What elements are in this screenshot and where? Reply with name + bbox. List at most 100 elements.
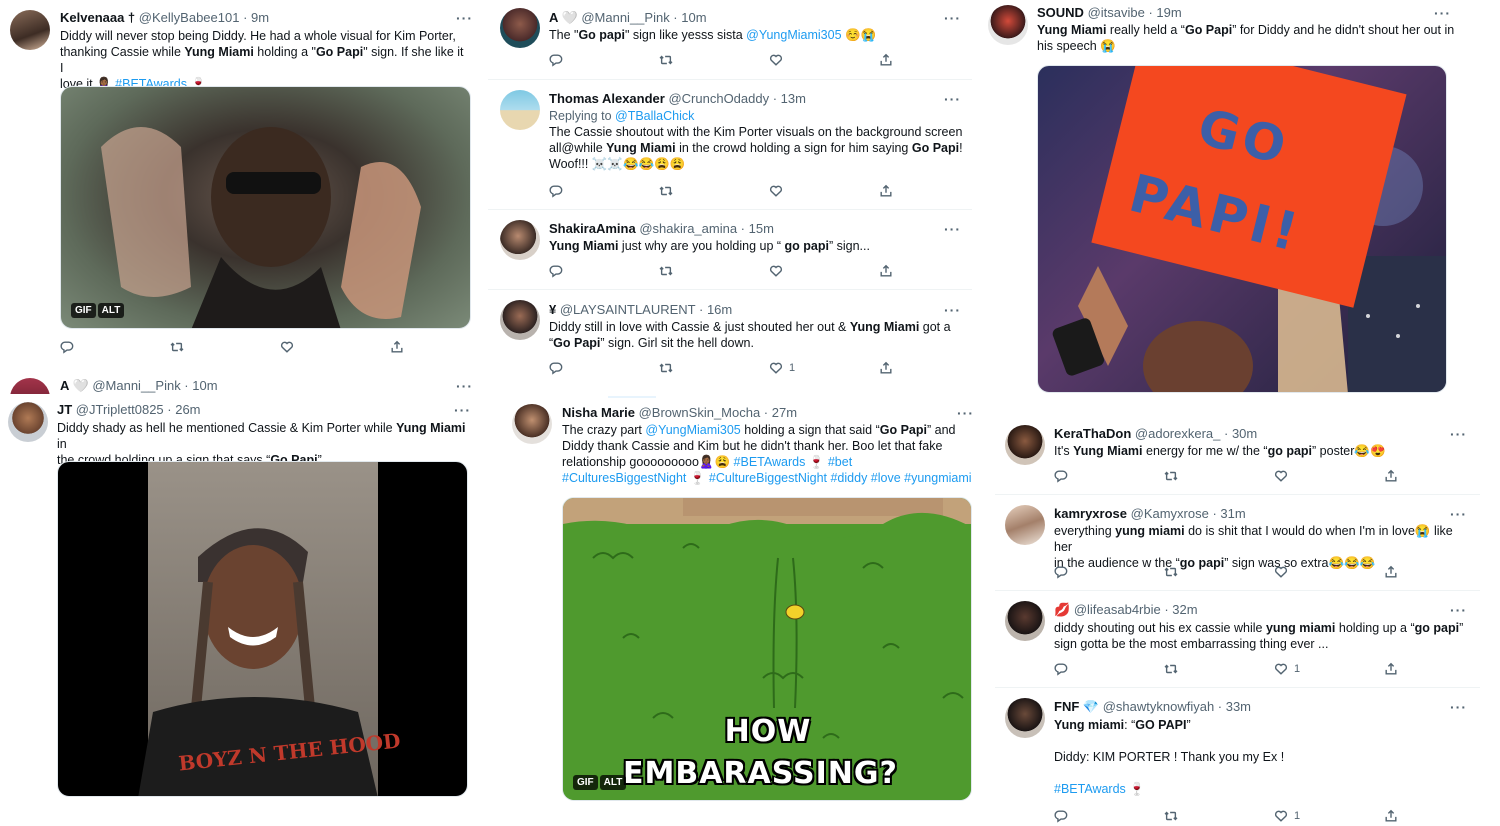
handle-time[interactable]: @shawtyknowfiyah · 33m [1103,699,1251,714]
handle-time[interactable]: @Kamyxrose · 31m [1131,506,1246,521]
retweet-icon[interactable] [659,184,675,200]
share-icon[interactable] [879,361,895,377]
tweet-kerathadon[interactable]: KeraThaDon @adorexkera_ · 30m ··· It's Y… [995,415,1480,495]
reply-icon[interactable] [1054,662,1070,678]
more-icon[interactable]: ··· [957,406,974,420]
like-icon[interactable]: 1 [769,361,795,377]
reply-icon[interactable] [549,53,565,69]
tweet-laysaintlaurent[interactable]: ¥ @LAYSAINTLAURENT · 16m ··· Diddy still… [488,290,972,386]
handle-time[interactable]: @adorexkera_ · 30m [1135,426,1257,441]
like-icon[interactable]: 1 [1274,662,1300,678]
reply-icon[interactable] [549,361,565,377]
alt-button[interactable]: ALT [97,303,125,318]
avatar[interactable] [500,8,540,48]
tweet-manni-pink[interactable]: A 🤍 @Manni__Pink · 10m ··· The "Go papi"… [488,0,972,80]
reply-icon[interactable] [549,184,565,200]
avatar[interactable] [500,300,540,340]
avatar[interactable] [8,402,48,442]
photo-media[interactable]: GO PAPI! [1037,65,1447,393]
more-icon[interactable]: ··· [944,92,961,106]
tweet-shawtyknowfiyah[interactable]: FNF 💎 @shawtyknowfiyah · 33m ··· Yung mi… [995,688,1480,826]
more-icon[interactable]: ··· [1450,427,1467,441]
handle-time[interactable]: @Manni__Pink · 10m [92,378,217,393]
tweet-thomas-alexander[interactable]: Thomas Alexander @CrunchOdaddy · 13m ···… [488,80,972,210]
share-icon[interactable] [1384,565,1400,581]
video-media[interactable]: BOYZ N THE HOOD [57,461,468,797]
more-icon[interactable]: ··· [944,303,961,317]
display-name[interactable]: 💋 [1054,602,1070,617]
retweet-icon[interactable] [1164,662,1180,678]
handle-time[interactable]: @BrownSkin_Mocha · 27m [639,405,797,420]
share-icon[interactable] [879,53,895,69]
handle-time[interactable]: @CrunchOdaddy · 13m [668,91,805,106]
avatar[interactable] [500,90,540,130]
display-name[interactable]: ShakiraAmina [549,221,636,236]
reply-icon[interactable] [549,264,565,280]
display-name[interactable]: ¥ [549,302,556,317]
hashtag-link[interactable]: #BETAwards [1054,782,1126,796]
retweet-icon[interactable] [659,361,675,377]
more-icon[interactable]: ··· [1450,700,1467,714]
avatar[interactable] [10,10,50,50]
retweet-icon[interactable] [1164,469,1180,485]
like-icon[interactable] [280,340,296,356]
like-icon[interactable] [1274,565,1290,581]
tweet-manni-pink-partial[interactable]: A 🤍 @Manni__Pink · 10m ··· [0,370,480,394]
handle-time[interactable]: @KellyBabee101 · 9m [139,10,269,25]
share-icon[interactable] [1384,662,1400,678]
handle-time[interactable]: @itsavibe · 19m [1088,5,1182,20]
tweet-shakira-amina[interactable]: ShakiraAmina @shakira_amina · 15m ··· Yu… [488,210,972,290]
avatar[interactable] [1005,698,1045,738]
tweet-sound[interactable]: SOUND @itsavibe · 19m ··· Yung Miami rea… [980,0,1480,400]
more-icon[interactable]: ··· [1434,6,1451,20]
avatar[interactable] [1005,425,1045,465]
avatar[interactable] [10,378,50,394]
display-name[interactable]: Nisha Marie [562,405,635,420]
hashtag-link[interactable]: #bet [828,455,852,469]
share-icon[interactable] [879,184,895,200]
share-icon[interactable] [390,340,406,356]
retweet-icon[interactable] [1164,565,1180,581]
like-icon[interactable]: 1 [1274,809,1300,825]
retweet-icon[interactable] [659,264,675,280]
mention-link[interactable]: @YungMiami305 [746,28,841,42]
display-name[interactable]: A 🤍 [60,378,89,393]
reply-icon[interactable] [1054,809,1070,825]
tweet-jt[interactable]: JT @JTriplett0825 · 26m ··· Diddy shady … [0,394,480,826]
handle-time[interactable]: @Manni__Pink · 10m [581,10,706,25]
share-icon[interactable] [879,264,895,280]
more-icon[interactable]: ··· [1450,603,1467,617]
avatar[interactable] [1005,601,1045,641]
alt-button[interactable]: ALT [599,775,627,790]
retweet-icon[interactable] [1164,809,1180,825]
avatar[interactable] [1005,505,1045,545]
tweet-kelvenaaa[interactable]: Kelvenaaa † @KellyBabee101 · 9m ··· Didd… [0,0,480,366]
mention-link[interactable]: @TBallaChick [615,109,694,123]
tweet-nisha-marie[interactable]: Nisha Marie @BrownSkin_Mocha · 27m ··· T… [500,396,980,826]
display-name[interactable]: Thomas Alexander [549,91,665,106]
handle-time[interactable]: @LAYSAINTLAURENT · 16m [560,302,732,317]
handle-time[interactable]: @JTriplett0825 · 26m [76,402,201,417]
retweet-icon[interactable] [659,53,675,69]
more-icon[interactable]: ··· [456,379,473,393]
avatar[interactable] [500,220,540,260]
display-name[interactable]: FNF 💎 [1054,699,1099,714]
like-icon[interactable] [769,184,785,200]
share-icon[interactable] [1384,809,1400,825]
tweet-kamryxrose[interactable]: kamryxrose @Kamyxrose · 31m ··· everythi… [995,495,1480,591]
display-name[interactable]: JT [57,402,72,417]
like-icon[interactable] [769,264,785,280]
display-name[interactable]: kamryxrose [1054,506,1127,521]
display-name[interactable]: Kelvenaaa † [60,10,135,25]
gif-media[interactable]: HOW EMBARASSING? GIF ALT [562,497,972,801]
share-icon[interactable] [1384,469,1400,485]
tweet-lifeasab4rbie[interactable]: 💋 @lifeasab4rbie · 32m ··· diddy shoutin… [995,591,1480,687]
display-name[interactable]: KeraThaDon [1054,426,1131,441]
like-icon[interactable] [769,53,785,69]
avatar[interactable] [512,404,552,444]
gif-media[interactable]: GIF ALT [60,86,471,329]
display-name[interactable]: A 🤍 [549,10,578,25]
hashtag-link[interactable]: #CultureBiggestNight #diddy #love #yungm… [709,471,972,485]
retweet-icon[interactable] [170,340,186,356]
hashtag-link[interactable]: #CulturesBiggestNight [562,471,686,485]
